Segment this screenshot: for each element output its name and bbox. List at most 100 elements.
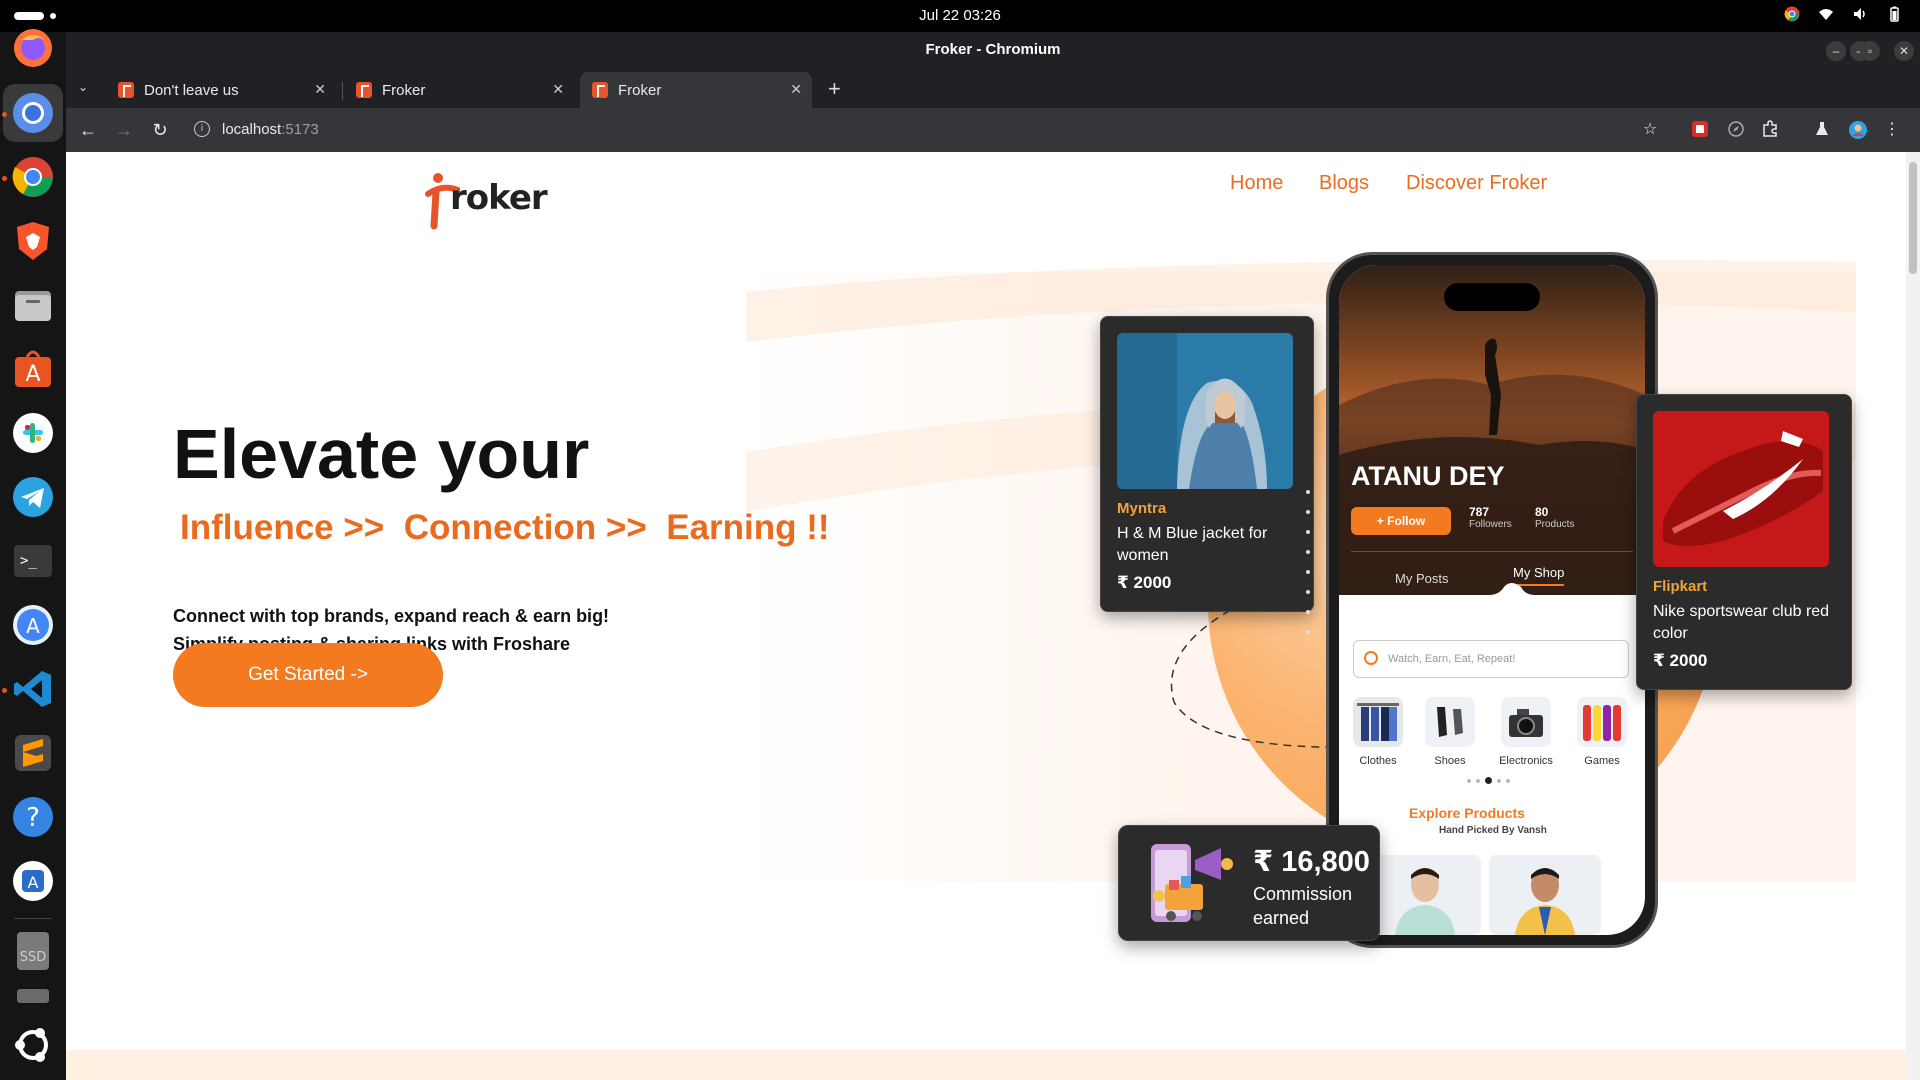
wifi-icon[interactable] bbox=[1818, 6, 1834, 22]
slack-icon[interactable] bbox=[9, 409, 57, 457]
tab-label: Froker bbox=[618, 81, 662, 99]
site-info-icon[interactable]: i bbox=[194, 121, 210, 137]
phone-search-input[interactable]: Watch, Earn, Eat, Repeat! bbox=[1353, 640, 1629, 678]
page-scrollbar[interactable] bbox=[1906, 152, 1920, 1080]
product-thumb-2[interactable] bbox=[1489, 855, 1601, 935]
app-store-icon[interactable]: A bbox=[9, 857, 57, 905]
address-bar[interactable]: i localhost:5173 bbox=[182, 113, 1752, 147]
vscode-icon[interactable] bbox=[9, 665, 57, 713]
svg-text:A: A bbox=[28, 873, 39, 892]
card-price: ₹ 2000 bbox=[1117, 573, 1172, 592]
card-price: ₹ 2000 bbox=[1653, 651, 1708, 670]
reload-icon[interactable]: ↻ bbox=[148, 118, 172, 142]
category-label: Electronics bbox=[1499, 755, 1553, 767]
firefox-icon[interactable] bbox=[9, 24, 57, 72]
extensions-puzzle-icon[interactable] bbox=[1760, 120, 1780, 140]
svg-text:>_: >_ bbox=[20, 553, 37, 569]
system-tray[interactable] bbox=[1784, 6, 1902, 22]
handpicked-subheading: Hand Picked By Vansh bbox=[1439, 825, 1547, 836]
brave-icon[interactable] bbox=[9, 217, 57, 265]
phone-screen: ATANU DEY + Follow 787 Followers 80 Prod… bbox=[1339, 265, 1645, 935]
search-placeholder: Watch, Earn, Eat, Repeat! bbox=[1388, 653, 1516, 665]
product-card-myntra[interactable]: Myntra H & M Blue jacket for women ₹ 200… bbox=[1100, 316, 1314, 612]
extension-red-icon[interactable] bbox=[1690, 120, 1710, 140]
tab-strip: ⌄ Don't leave us ✕ Froker ✕ Froker ✕ + bbox=[66, 68, 1920, 108]
products-stat: 80 Products bbox=[1535, 505, 1574, 530]
forward-arrow-icon[interactable]: → bbox=[112, 118, 136, 142]
compass-extension-icon[interactable] bbox=[1726, 120, 1746, 140]
jacket-product-image bbox=[1117, 333, 1293, 489]
url-host: localhost bbox=[222, 121, 282, 138]
url-text[interactable]: localhost:5173 bbox=[222, 121, 319, 138]
labs-flask-icon[interactable] bbox=[1812, 120, 1832, 140]
help-icon[interactable]: ? bbox=[9, 793, 57, 841]
froker-favicon-icon bbox=[592, 82, 608, 98]
hero-subtitle: Influence >> Connection >> Earning !! bbox=[180, 508, 830, 547]
logo-text[interactable]: roker bbox=[450, 178, 548, 218]
url-port: :5173 bbox=[281, 121, 319, 138]
close-tab-icon[interactable]: ✕ bbox=[790, 81, 802, 98]
follow-button[interactable]: + Follow bbox=[1351, 507, 1451, 535]
commission-amount: ₹ 16,800 bbox=[1253, 846, 1370, 878]
froker-favicon-icon bbox=[118, 82, 134, 98]
commission-label: Commission earned bbox=[1253, 884, 1353, 928]
system-clock[interactable]: Jul 22 03:26 bbox=[0, 7, 1920, 24]
chrome-tray-icon[interactable] bbox=[1784, 6, 1800, 22]
ubuntu-icon[interactable] bbox=[9, 1021, 57, 1069]
battery-icon[interactable] bbox=[1886, 6, 1902, 22]
nav-home-link[interactable]: Home bbox=[1230, 172, 1283, 195]
phone-notch bbox=[1444, 283, 1540, 311]
new-tab-button[interactable]: + bbox=[828, 76, 841, 102]
maximize-icon[interactable]: ▫ bbox=[1860, 41, 1880, 61]
close-tab-icon[interactable]: ✕ bbox=[314, 81, 326, 98]
explore-products-heading: Explore Products bbox=[1409, 805, 1525, 821]
profile-name: ATANU DEY bbox=[1351, 461, 1505, 491]
chromium-icon[interactable] bbox=[9, 89, 57, 137]
files-icon[interactable] bbox=[9, 281, 57, 329]
chrome-icon[interactable] bbox=[9, 153, 57, 201]
app-center-icon[interactable]: A bbox=[9, 345, 57, 393]
category-label: Shoes bbox=[1434, 755, 1466, 767]
product-card-flipkart[interactable]: Flipkart Nike sportswear club red color … bbox=[1636, 394, 1852, 690]
sublime-icon[interactable] bbox=[9, 729, 57, 777]
window-titlebar[interactable]: Froker - Chromium – bbox=[66, 32, 1920, 68]
svg-text:A: A bbox=[26, 614, 40, 638]
category-games[interactable]: Games bbox=[1575, 697, 1629, 767]
hero-line-1: Connect with top brands, expand reach & … bbox=[173, 606, 610, 626]
minimize-icon[interactable]: – bbox=[1826, 41, 1846, 61]
terminal-icon[interactable]: >_ bbox=[9, 537, 57, 585]
nav-discover-link[interactable]: Discover Froker bbox=[1406, 172, 1547, 195]
android-studio-icon[interactable]: A bbox=[9, 601, 57, 649]
card-brand: Flipkart bbox=[1653, 578, 1708, 595]
browser-toolbar: ← → ↻ i localhost:5173 ☆ ⋮ bbox=[66, 108, 1920, 152]
froker-favicon-icon bbox=[356, 82, 372, 98]
tab-froker-1[interactable]: Froker ✕ bbox=[344, 72, 574, 108]
tab-dont-leave-us[interactable]: Don't leave us ✕ bbox=[106, 72, 336, 108]
window-title: Froker - Chromium bbox=[925, 41, 1061, 58]
category-clothes[interactable]: Clothes bbox=[1351, 697, 1405, 767]
nav-blogs-link[interactable]: Blogs bbox=[1319, 172, 1369, 195]
telegram-icon[interactable] bbox=[9, 473, 57, 521]
hero-title: Elevate your bbox=[173, 415, 590, 493]
tab-label: Don't leave us bbox=[144, 81, 239, 99]
category-shoes[interactable]: Shoes bbox=[1423, 697, 1477, 767]
tab-froker-active[interactable]: Froker ✕ bbox=[580, 72, 812, 108]
ssd-icon[interactable]: SSD bbox=[9, 927, 57, 975]
tab-search-chevron-icon[interactable]: ⌄ bbox=[78, 80, 88, 94]
profile-avatar-icon[interactable] bbox=[1848, 120, 1868, 140]
profile-cover-image bbox=[1339, 265, 1645, 595]
get-started-button[interactable]: Get Started -> bbox=[173, 643, 443, 707]
card-product-name: H & M Blue jacket for women bbox=[1117, 525, 1268, 564]
close-tab-icon[interactable]: ✕ bbox=[552, 81, 564, 98]
carousel-dots[interactable] bbox=[1467, 777, 1510, 784]
category-electronics[interactable]: Electronics bbox=[1499, 697, 1553, 767]
bookmark-star-icon[interactable]: ☆ bbox=[1640, 120, 1660, 140]
back-arrow-icon[interactable]: ← bbox=[76, 118, 100, 142]
volume-icon[interactable] bbox=[1852, 6, 1868, 22]
close-window-icon[interactable]: ✕ bbox=[1894, 41, 1914, 61]
followers-count: 787 bbox=[1469, 505, 1490, 519]
menu-kebab-icon[interactable]: ⋮ bbox=[1882, 120, 1902, 140]
product-thumb-1[interactable] bbox=[1369, 855, 1481, 935]
category-label: Clothes bbox=[1359, 755, 1397, 767]
scrollbar-thumb[interactable] bbox=[1909, 162, 1917, 274]
